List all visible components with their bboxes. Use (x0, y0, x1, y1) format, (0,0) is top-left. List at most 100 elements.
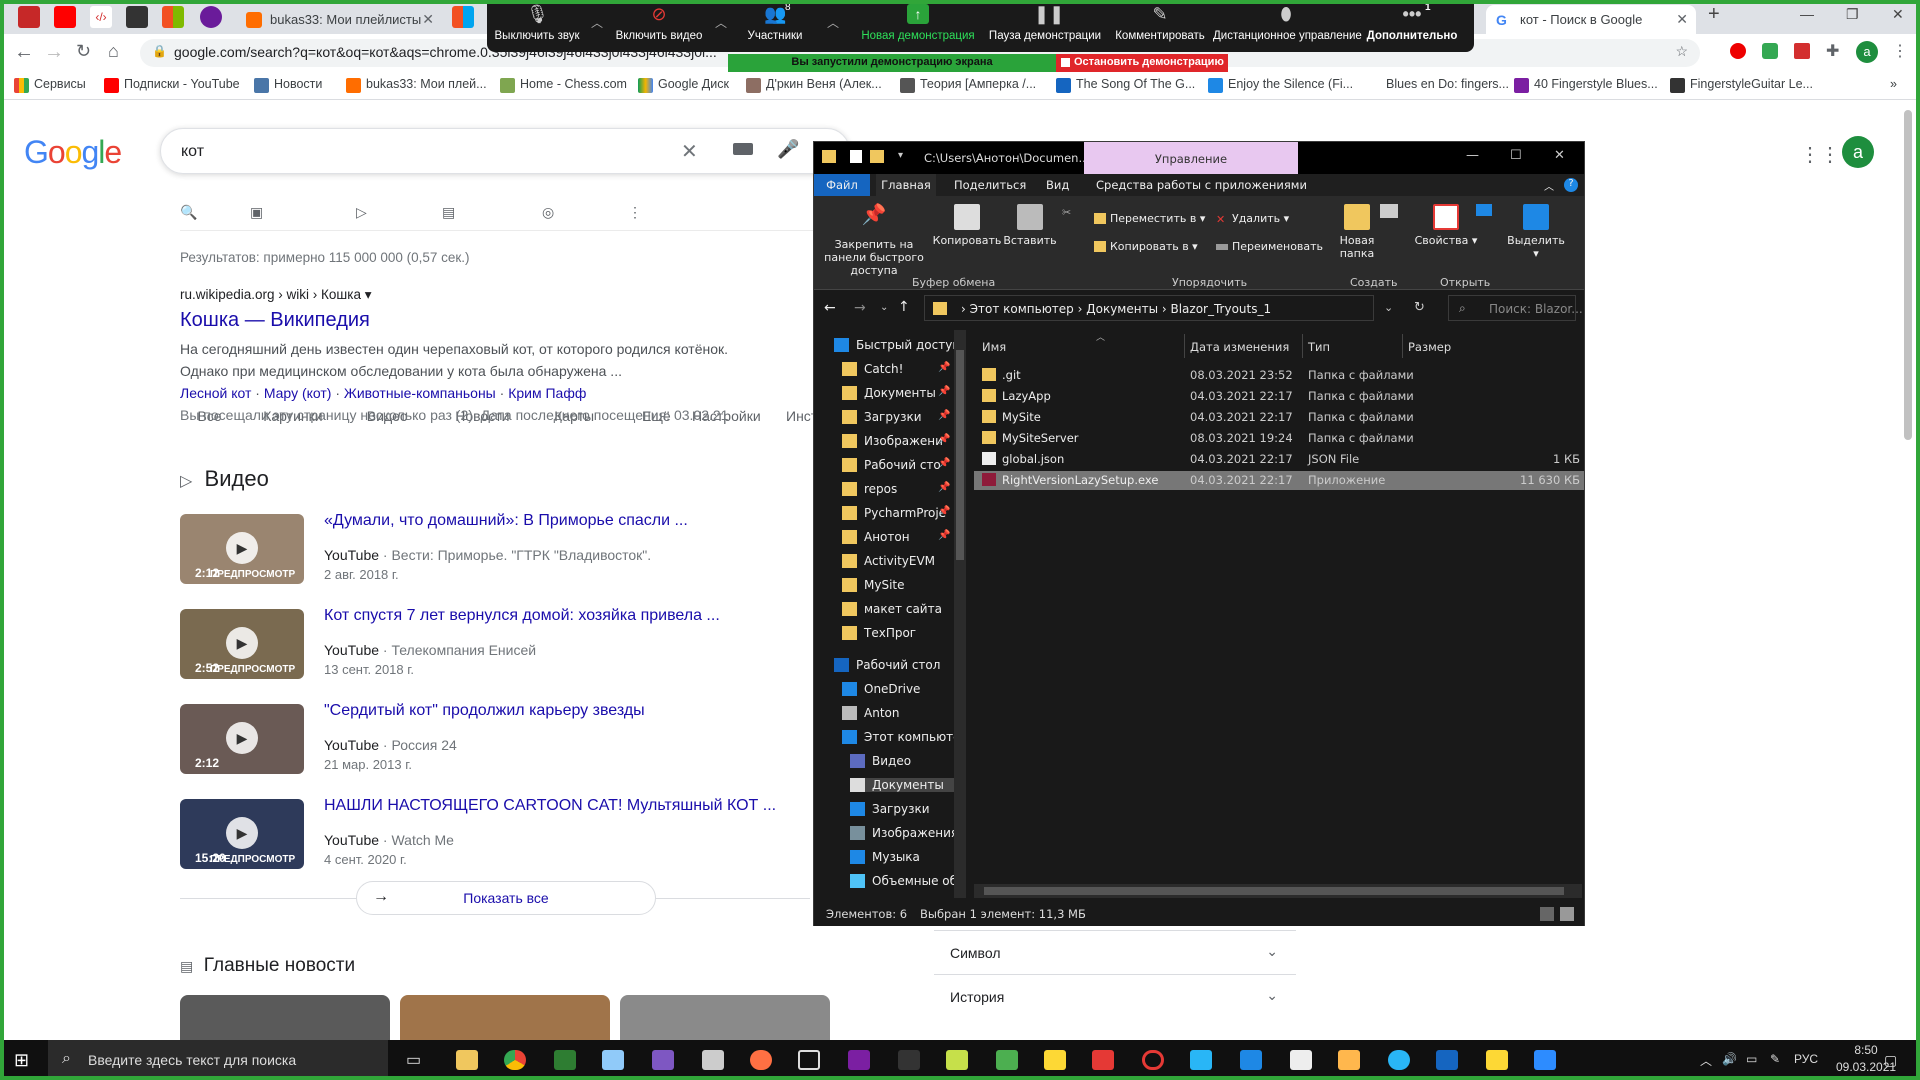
app-taskbar-icon[interactable] (652, 1050, 674, 1070)
column-name[interactable]: Имя (982, 340, 1006, 354)
manage-context-tab[interactable]: Управление (1084, 142, 1298, 174)
tab-app-tools[interactable]: Средства работы с приложениями (1096, 178, 1307, 192)
breadcrumb-item[interactable]: Документы (1086, 302, 1158, 316)
mute-button[interactable]: 🎙 Выключить звук (491, 4, 583, 42)
new-item-icon[interactable] (1380, 204, 1398, 218)
app-taskbar-icon[interactable] (702, 1050, 724, 1070)
customize-qa-icon[interactable]: ▾ (898, 150, 903, 161)
nav-item[interactable]: Рабочий сто (842, 458, 941, 472)
more-button[interactable]: ••• Дополнительно 1 (1359, 2, 1465, 42)
nav-item[interactable]: Быстрый доступ (834, 338, 960, 352)
microsoft-pinned-tab-icon[interactable] (452, 6, 474, 28)
tab-file[interactable]: Файл (814, 174, 870, 196)
address-dropdown-icon[interactable]: ⌄ (1384, 301, 1393, 314)
bookmark-item[interactable]: Home - Chess.com (500, 77, 627, 93)
more-bookmarks-icon[interactable]: » (1890, 77, 1897, 91)
account-avatar[interactable]: a (1842, 136, 1874, 168)
bookmark-item[interactable]: bukas33: Мои плей... (346, 77, 487, 93)
delete-button[interactable]: ✕ Удалить ▾ (1216, 212, 1289, 226)
vscode-taskbar-icon[interactable] (1240, 1050, 1262, 1070)
bookmark-item[interactable]: Д'ркин Веня (Алек... (746, 77, 882, 93)
nav-item[interactable]: MySite (842, 578, 905, 592)
forward-icon[interactable]: → (854, 300, 866, 316)
nav-item[interactable]: Видео (850, 754, 911, 768)
nav-scrollbar[interactable] (954, 330, 966, 898)
tab-all[interactable]: 🔍 Все (180, 204, 222, 424)
recent-locations-icon[interactable]: ⌄ (880, 302, 888, 313)
nav-item[interactable]: Анотон (842, 530, 910, 544)
start-video-button[interactable]: ⊘ Включить видео (613, 4, 705, 42)
pause-share-button[interactable]: ❚❚ Пауза демонстрации (983, 4, 1107, 42)
select-button[interactable]: Выделить ▾ (1506, 204, 1566, 260)
rename-button[interactable]: Переименовать (1216, 240, 1323, 253)
new-folder-button[interactable]: Новая папка (1332, 204, 1382, 260)
chevron-up-icon[interactable]: ︿ (715, 14, 727, 31)
task-view-icon[interactable]: ▭ (406, 1050, 428, 1070)
close-tab-icon[interactable]: ✕ (1676, 11, 1688, 28)
restore-window-icon[interactable]: ❐ (1846, 6, 1859, 23)
column-date[interactable]: Дата изменения (1190, 340, 1289, 354)
explorer-search-input[interactable]: ⌕ Поиск: Blazor... (1448, 295, 1583, 321)
pen-icon[interactable]: ✎ (1770, 1052, 1780, 1066)
page-scrollbar[interactable] (1904, 110, 1912, 440)
visual-studio-taskbar-icon[interactable] (848, 1050, 870, 1070)
video-thumbnail[interactable]: ▶ 2:12 (180, 704, 304, 774)
close-icon[interactable]: ✕ (1554, 148, 1565, 163)
news-thumbnail[interactable] (400, 995, 610, 1040)
close-tab-icon[interactable]: ✕ (422, 11, 434, 28)
tab-google-search[interactable]: G кот - Поиск в Google ✕ (1486, 5, 1696, 34)
video-thumbnail[interactable]: ▶ 2:52 ПРЕДПРОСМОТР (180, 609, 304, 679)
tab-home[interactable]: Главная (876, 174, 936, 196)
file-row[interactable]: RightVersionLazySetup.exe 04.03.2021 22:1… (974, 471, 1584, 490)
nav-item[interactable]: PycharmProje (842, 506, 946, 520)
windows-start-icon[interactable]: ⊞ (14, 1050, 29, 1071)
bookmark-item[interactable]: Теория [Амперка /... (900, 77, 1036, 93)
news-thumbnail[interactable] (180, 995, 390, 1040)
app-taskbar-icon[interactable] (1190, 1050, 1212, 1070)
new-folder-qa-icon[interactable] (870, 150, 884, 163)
keyboard-icon[interactable] (733, 143, 753, 155)
bookmark-item[interactable]: The Song Of The G... (1056, 77, 1195, 93)
search-input[interactable]: кот ✕ 🎤 (160, 128, 850, 174)
nav-scroll-thumb[interactable] (956, 350, 964, 560)
video-thumbnail[interactable]: ▶ 15:20 ПРЕДПРОСМОТР (180, 799, 304, 869)
pinned-tab-icon[interactable] (200, 6, 222, 28)
nav-item[interactable]: макет сайта (842, 602, 942, 616)
new-share-button[interactable]: ↑ Новая демонстрация (853, 4, 983, 42)
forward-icon[interactable]: → (44, 41, 64, 64)
bookmark-item[interactable]: Сервисы (14, 77, 86, 93)
video-title-link[interactable]: «Думали, что домашний»: В Приморье спасл… (324, 512, 688, 530)
tab-images[interactable]: ▣ Картинки (250, 204, 323, 424)
column-type[interactable]: Тип (1308, 340, 1330, 354)
move-to-button[interactable]: Переместить в ▾ (1094, 212, 1205, 225)
bookmark-item[interactable]: Подписки - YouTube (104, 77, 240, 93)
code-pinned-tab-icon[interactable]: ‹/› (90, 6, 112, 28)
file-row[interactable]: .git 08.03.2021 23:52 Папка с файлами (974, 366, 1584, 385)
open-icon[interactable] (1476, 204, 1492, 216)
file-row[interactable]: LazyApp 04.03.2021 22:17 Папка с файлами (974, 387, 1584, 406)
large-icons-view-icon[interactable] (1560, 907, 1574, 921)
stop-share-button[interactable]: Остановить демонстрацию (1056, 54, 1228, 72)
nav-item[interactable]: Музыка (850, 850, 920, 864)
breadcrumb[interactable]: › Этот компьютер › Документы › Blazor_Tr… (924, 295, 1374, 321)
video-thumbnail[interactable]: ▶ 2:12 ПРЕДПРОСМОТР (180, 514, 304, 584)
chevron-up-icon[interactable]: ︿ (827, 14, 839, 31)
nav-item[interactable]: Рабочий стол (834, 658, 940, 672)
home-icon[interactable]: ⌂ (108, 41, 119, 62)
app-taskbar-icon[interactable] (1486, 1050, 1508, 1070)
clear-search-icon[interactable]: ✕ (681, 139, 698, 164)
network-icon[interactable]: ▭ (1746, 1052, 1757, 1066)
chrome-taskbar-icon[interactable] (504, 1050, 526, 1070)
nav-item[interactable]: ActivityEVM (842, 554, 935, 568)
file-row[interactable]: MySite 04.03.2021 22:17 Папка с файлами (974, 408, 1584, 427)
nav-item[interactable]: Этот компьютер (842, 730, 964, 744)
up-icon[interactable]: ↑ (898, 299, 910, 315)
result-title-link[interactable]: Кошка — Википедия (180, 309, 800, 332)
zoom-taskbar-icon[interactable] (1534, 1050, 1556, 1070)
knowledge-panel-history[interactable]: История ⌄ (934, 974, 1296, 1018)
back-icon[interactable]: ← (824, 300, 836, 316)
collapse-ribbon-icon[interactable]: ︿ (1544, 178, 1554, 193)
taskbar-search-input[interactable]: ⌕ Введите здесь текст для поиска (48, 1040, 388, 1080)
extension-icon[interactable] (1762, 43, 1778, 59)
pdf-extension-icon[interactable] (1794, 43, 1810, 59)
